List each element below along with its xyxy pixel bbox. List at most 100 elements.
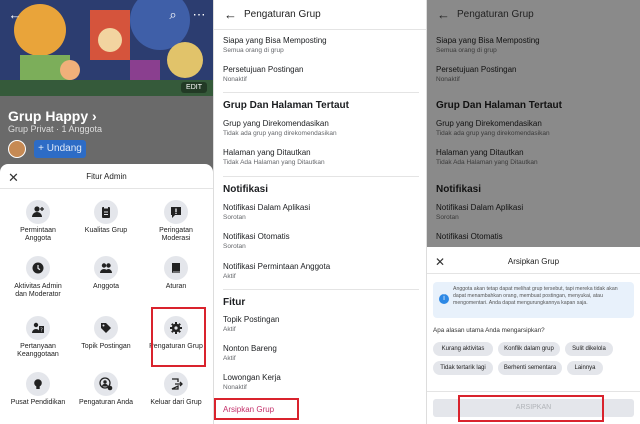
setting-value: Sorotan	[436, 214, 459, 221]
divider	[0, 188, 213, 189]
setting-linked-pages[interactable]: Halaman yang Ditautkan	[223, 148, 311, 157]
archive-reason-question: Apa alasan utama Anda mengarsipkan?	[433, 327, 545, 334]
info-text: Anggota akan tetap dapat melihat grup te…	[453, 286, 618, 306]
menu-icon[interactable]: ⋯	[190, 6, 208, 24]
reason-chip[interactable]: Konflik dalam grup	[498, 342, 560, 356]
setting-member-request-notifications[interactable]: Notifikasi Permintaan Anggota	[223, 262, 330, 271]
setting-value: Tidak Ada Halaman yang Ditautkan	[436, 159, 538, 166]
svg-text:?: ?	[40, 328, 43, 334]
reason-chip[interactable]: Lainnya	[567, 361, 603, 375]
person-add-icon	[26, 200, 50, 224]
divider	[223, 92, 419, 93]
tile-education-center[interactable]: Pusat Pendidikan	[8, 372, 68, 407]
tile-membership-questions[interactable]: ? Pertanyaan Keanggotaan	[8, 316, 68, 359]
divider	[223, 289, 419, 290]
search-icon[interactable]: ⌕	[164, 6, 182, 24]
tile-label: Pengaturan Anda	[78, 399, 134, 406]
section-notifications: Notifikasi	[436, 184, 482, 195]
tile-label: Kualitas Grup	[84, 227, 128, 234]
tile-group-quality[interactable]: Kualitas Grup	[76, 200, 136, 235]
reason-chip[interactable]: Kurang aktivitas	[433, 342, 493, 356]
tile-members[interactable]: Anggota	[76, 256, 136, 291]
tile-member-requests[interactable]: Permintaan Anggota	[8, 200, 68, 243]
group-privacy: Grup Privat · 1 Anggota	[8, 124, 103, 134]
exit-icon	[164, 372, 188, 396]
tile-admin-activity[interactable]: Aktivitas Admin dan Moderator	[8, 256, 68, 299]
tile-label: Anggota	[92, 283, 120, 290]
panel-group-admin: ← ⌕ ⋯ EDIT Grup Happy › Grup Privat · 1 …	[0, 0, 213, 424]
invite-button[interactable]: + Undang	[34, 140, 86, 158]
tile-label: Permintaan Anggota	[20, 227, 56, 242]
clipboard-icon	[94, 200, 118, 224]
group-name[interactable]: Grup Happy ›	[8, 108, 97, 124]
setting-who-can-post[interactable]: Siapa yang Bisa Memposting	[223, 36, 327, 45]
tile-moderation-alerts[interactable]: Peringatan Moderasi	[146, 200, 206, 243]
tile-label: Topik Postingan	[81, 343, 131, 350]
setting-value: Tidak ada grup yang direkomendasikan	[223, 130, 337, 137]
book-icon	[164, 256, 188, 280]
setting-linked-pages: Halaman yang Ditautkan	[436, 148, 524, 157]
back-arrow-icon[interactable]: ←	[224, 7, 237, 22]
divider	[427, 391, 640, 392]
setting-in-app-notifications: Notifikasi Dalam Aplikasi	[436, 203, 524, 212]
setting-post-topics[interactable]: Topik Postingan	[223, 315, 279, 324]
setting-watch-party[interactable]: Nonton Bareng	[223, 344, 277, 353]
setting-push-notifications[interactable]: Notifikasi Otomatis	[223, 232, 290, 241]
tile-label: Pertanyaan Keanggotaan	[17, 343, 59, 358]
tile-your-settings[interactable]: Pengaturan Anda	[76, 372, 136, 407]
back-arrow-icon[interactable]: ←	[6, 6, 24, 24]
clock-icon	[26, 256, 50, 280]
edit-cover-button[interactable]: EDIT	[181, 82, 207, 93]
setting-value: Aktif	[223, 326, 236, 333]
cover-photo: ← ⌕ ⋯ EDIT	[0, 0, 213, 96]
info-box: i Anggota akan tetap dapat melihat grup …	[433, 282, 634, 318]
highlight-archive-button	[458, 395, 604, 422]
setting-value: Sorotan	[223, 243, 246, 250]
tile-label: Aktivitas Admin dan Moderator	[14, 283, 62, 298]
section-features: Fitur	[223, 297, 246, 308]
highlight-group-settings	[151, 307, 206, 367]
tile-rules[interactable]: Aturan	[146, 256, 206, 291]
highlight-archive-group	[214, 398, 299, 420]
reason-chip[interactable]: Tidak tertarik lagi	[433, 361, 493, 375]
tile-leave-group[interactable]: Keluar dari Grup	[146, 372, 206, 407]
setting-value: Tidak Ada Halaman yang Ditautkan	[223, 159, 325, 166]
setting-push-notifications: Notifikasi Otomatis	[436, 232, 503, 241]
section-notifications: Notifikasi	[223, 184, 269, 195]
section-linked-groups: Grup Dan Halaman Tertaut	[223, 100, 349, 111]
setting-recommended-groups[interactable]: Grup yang Direkomendasikan	[223, 119, 329, 128]
section-linked-groups: Grup Dan Halaman Tertaut	[436, 100, 562, 111]
setting-jobs[interactable]: Lowongan Kerja	[223, 373, 281, 382]
setting-who-can-post: Siapa yang Bisa Memposting	[436, 36, 540, 45]
avatar	[8, 140, 26, 158]
panel-archive-dialog: ← Pengaturan Grup Siapa yang Bisa Mempos…	[427, 0, 640, 424]
top-bar: ← Pengaturan Grup	[427, 0, 640, 30]
setting-value: Nonaktif	[223, 384, 247, 391]
dimmed-settings-list: Siapa yang Bisa Memposting Semua orang d…	[427, 30, 640, 247]
setting-post-approval[interactable]: Persetujuan Postingan	[223, 65, 304, 74]
page-title: Pengaturan Grup	[244, 9, 321, 20]
setting-value: Aktif	[223, 355, 236, 362]
tile-label: Peringatan Moderasi	[159, 227, 193, 242]
reason-chip[interactable]: Berhenti sementara	[498, 361, 562, 375]
reason-chip[interactable]: Sulit dikelola	[565, 342, 613, 356]
tile-label: Aturan	[165, 283, 187, 290]
setting-post-approval: Persetujuan Postingan	[436, 65, 517, 74]
group-chevron-icon: ›	[92, 108, 97, 124]
setting-value: Sorotan	[223, 214, 246, 221]
question-doc-icon: ?	[26, 316, 50, 340]
person-gear-icon	[94, 372, 118, 396]
lightbulb-icon	[26, 372, 50, 396]
tile-label: Keluar dari Grup	[150, 399, 202, 406]
back-arrow-icon[interactable]: ←	[437, 7, 450, 22]
setting-in-app-notifications[interactable]: Notifikasi Dalam Aplikasi	[223, 203, 310, 212]
sheet-title: Arsipkan Grup	[507, 257, 560, 266]
setting-value: Semua orang di grup	[436, 47, 497, 54]
setting-value: Nonaktif	[436, 76, 460, 83]
tile-post-topics[interactable]: Topik Postingan	[76, 316, 136, 351]
tile-label: Pusat Pendidikan	[10, 399, 66, 406]
info-icon: i	[439, 294, 449, 304]
setting-value: Nonaktif	[223, 76, 247, 83]
setting-value: Aktif	[223, 273, 236, 280]
top-bar: ← Pengaturan Grup	[214, 0, 426, 30]
